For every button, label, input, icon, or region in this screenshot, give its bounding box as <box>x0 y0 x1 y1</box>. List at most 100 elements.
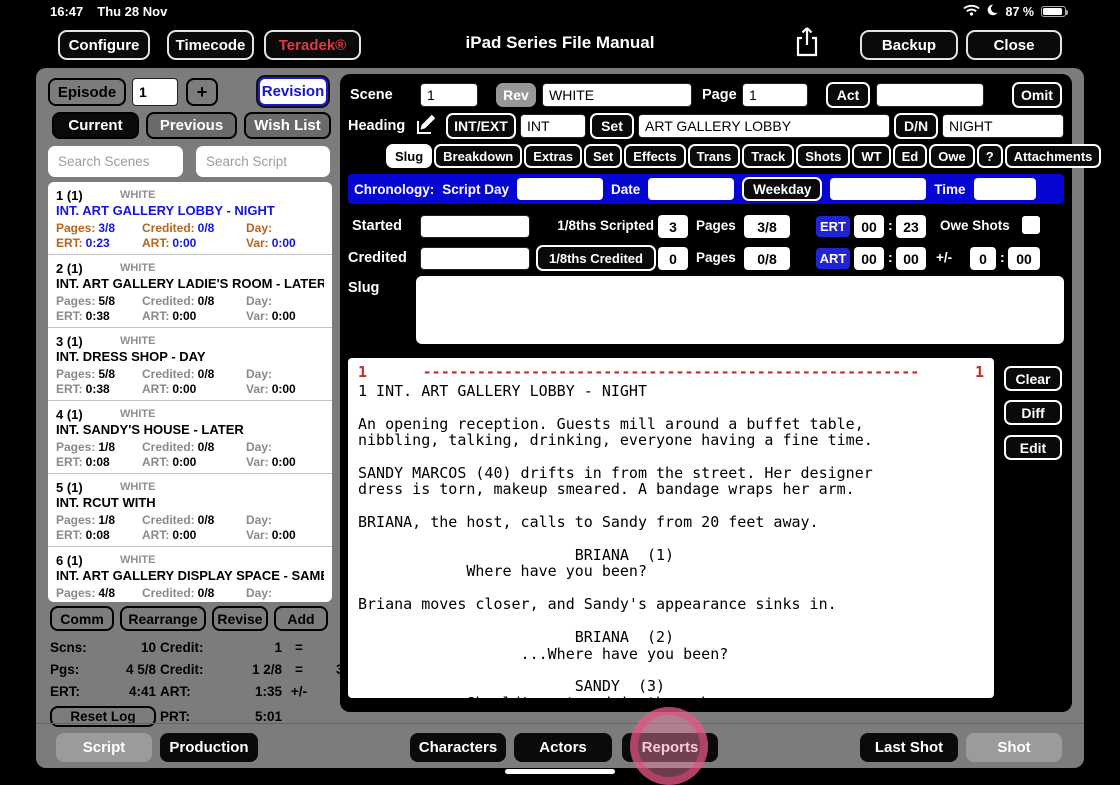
slug-textarea[interactable] <box>416 276 1064 344</box>
tab-attachments[interactable]: Attachments <box>1004 144 1102 168</box>
add-episode-button[interactable]: + <box>186 78 218 106</box>
episode-button[interactable]: Episode <box>48 78 126 106</box>
started-input[interactable] <box>420 215 530 238</box>
tab-set[interactable]: Set <box>584 144 623 168</box>
comm-button[interactable]: Comm <box>50 606 114 631</box>
search-script-input[interactable] <box>196 146 330 177</box>
tab-track[interactable]: Track <box>742 144 795 168</box>
tab-breakdown[interactable]: Breakdown <box>434 144 523 168</box>
scns-label: Scns: <box>50 640 87 655</box>
shot-nav-button[interactable]: Shot <box>966 733 1062 762</box>
credit-scenes-value: 1 <box>274 640 282 655</box>
search-scenes-input[interactable] <box>48 146 183 177</box>
main-area: Episode + Revision Current Previous Wish… <box>36 68 1102 768</box>
scene-list-item-3[interactable]: 3 (1) WHITE INT. DRESS SHOP - DAY Pages: 5… <box>48 328 332 401</box>
teradek-button[interactable]: Teradek® <box>264 30 361 60</box>
rearrange-button[interactable]: Rearrange <box>120 606 206 631</box>
set-name-input[interactable] <box>638 114 890 138</box>
art-total-value: 1:35 <box>254 684 282 699</box>
art-seconds[interactable]: 00 <box>896 247 926 270</box>
weekday-button[interactable]: Weekday <box>742 177 823 201</box>
credited-label: Credited: <box>142 512 195 527</box>
add-scene-button[interactable]: Add <box>274 606 328 631</box>
tab-shots[interactable]: Shots <box>796 144 851 168</box>
rev-button[interactable]: Rev <box>496 83 536 107</box>
home-indicator[interactable] <box>505 769 615 774</box>
script-view[interactable]: 1 --------------------------------------… <box>348 358 994 698</box>
diff-button[interactable]: Diff <box>1004 400 1062 425</box>
tab-ed[interactable]: Ed <box>892 144 928 168</box>
omit-button[interactable]: Omit <box>1012 82 1062 108</box>
time-input[interactable] <box>973 178 1036 200</box>
variance-minutes[interactable]: 0 <box>970 247 996 270</box>
edit-button[interactable]: Edit <box>1004 435 1062 460</box>
plus-minus-sign: +/- <box>290 684 308 699</box>
tab-current[interactable]: Current <box>52 112 139 139</box>
set-button[interactable]: Set <box>590 113 634 139</box>
configure-button[interactable]: Configure <box>58 30 150 60</box>
tab-question[interactable]: ? <box>976 144 1003 168</box>
scene-color: WHITE <box>120 335 156 347</box>
script-day-input[interactable] <box>517 178 604 200</box>
date-input[interactable] <box>648 178 735 200</box>
day-night-input[interactable] <box>942 114 1064 138</box>
backup-button[interactable]: Backup <box>860 30 958 60</box>
act-input[interactable] <box>876 83 984 107</box>
tab-wish-list[interactable]: Wish List <box>244 112 331 139</box>
scene-list-item-2[interactable]: 2 (1) WHITE INT. ART GALLERY LADIE'S ROOM… <box>48 255 332 328</box>
pages-value: 3/8 <box>98 220 116 235</box>
int-ext-button[interactable]: INT/EXT <box>446 113 516 139</box>
scene-list-item-5[interactable]: 5 (1) WHITE INT. RCUT WITH Pages: 1/8 Cred… <box>48 474 332 547</box>
scene-number-input[interactable] <box>420 83 478 107</box>
episode-number-input[interactable] <box>132 78 178 106</box>
close-button[interactable]: Close <box>966 30 1062 60</box>
scene-list[interactable]: 1 (1) WHITE INT. ART GALLERY LOBBY - NIGH… <box>48 182 332 602</box>
art-label: ART: <box>142 454 170 469</box>
script-nav-button[interactable]: Script <box>56 733 152 762</box>
last-shot-nav-button[interactable]: Last Shot <box>860 733 958 762</box>
page-number-input[interactable] <box>742 83 808 107</box>
plus-minus-label: +/- <box>936 250 953 265</box>
ert-minutes[interactable]: 00 <box>854 215 884 238</box>
clear-button[interactable]: Clear <box>1004 366 1062 391</box>
edit-heading-pencil-icon[interactable] <box>414 112 438 141</box>
characters-nav-button[interactable]: Characters <box>410 733 506 762</box>
scene-list-item-4[interactable]: 4 (1) WHITE INT. SANDY'S HOUSE - LATER Pa… <box>48 401 332 474</box>
weekday-input[interactable] <box>830 178 927 200</box>
timecode-button[interactable]: Timecode <box>167 30 254 60</box>
variance-seconds[interactable]: 00 <box>1008 247 1040 270</box>
art-label: ART: <box>142 235 170 250</box>
tab-owe[interactable]: Owe <box>929 144 975 168</box>
int-ext-input[interactable] <box>520 114 586 138</box>
share-icon[interactable] <box>794 26 822 60</box>
tab-previous[interactable]: Previous <box>146 112 237 139</box>
scene-color-input[interactable] <box>542 83 692 107</box>
tab-trans[interactable]: Trans <box>687 144 741 168</box>
tab-wt[interactable]: WT <box>852 144 891 168</box>
eighths-credited-button[interactable]: 1/8ths Credited <box>536 245 656 271</box>
prt-label: PRT: <box>160 709 190 724</box>
detail-tabs: Slug Breakdown Extras Set Effects Trans … <box>386 144 1102 168</box>
var-value: 0:00 <box>271 235 296 250</box>
credited-input[interactable] <box>420 247 530 270</box>
day-label: Day: <box>246 585 273 600</box>
art-minutes[interactable]: 00 <box>854 247 884 270</box>
chronology-bar: Chronology: Script Day Date Weekday Time <box>348 174 1064 204</box>
revise-button[interactable]: Revise <box>212 606 268 631</box>
scene-title: INT. ART GALLERY DISPLAY SPACE - SAME... <box>56 568 324 583</box>
scene-list-item-6[interactable]: 6 (1) WHITE INT. ART GALLERY DISPLAY SPAC… <box>48 547 332 602</box>
ert-value: 0:38 <box>85 381 110 396</box>
tab-slug[interactable]: Slug <box>386 144 433 168</box>
scene-list-item-1[interactable]: 1 (1) WHITE INT. ART GALLERY LOBBY - NIGH… <box>48 182 332 255</box>
tab-effects[interactable]: Effects <box>624 144 686 168</box>
act-button[interactable]: Act <box>826 82 870 108</box>
owe-shots-checkbox[interactable] <box>1022 216 1040 234</box>
day-night-button[interactable]: D/N <box>894 113 938 139</box>
revision-button[interactable]: Revision <box>258 77 328 106</box>
reports-nav-button[interactable]: Reports <box>622 733 718 762</box>
tab-extras[interactable]: Extras <box>524 144 582 168</box>
production-nav-button[interactable]: Production <box>160 733 258 762</box>
actors-nav-button[interactable]: Actors <box>514 733 612 762</box>
battery-icon <box>1041 6 1068 17</box>
ert-seconds[interactable]: 23 <box>896 215 926 238</box>
